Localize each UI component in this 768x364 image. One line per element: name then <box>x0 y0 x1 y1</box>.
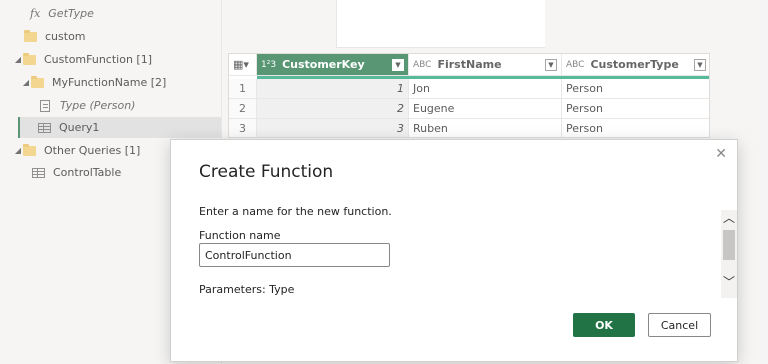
cancel-button[interactable]: Cancel <box>648 313 711 337</box>
close-icon[interactable]: ✕ <box>715 146 727 162</box>
dialog-title: Create Function <box>199 162 334 182</box>
chevron-down-icon[interactable]: ﹀ <box>721 274 737 290</box>
ok-button[interactable]: OK <box>573 313 635 337</box>
dialog-body: Enter a name for the new function. Funct… <box>171 198 723 296</box>
function-name-label: Function name <box>199 229 281 242</box>
dialog-scrollbar[interactable]: ︿ ﹀ <box>721 210 737 298</box>
function-name-input[interactable] <box>199 243 390 267</box>
parameters-text: Parameters: Type <box>199 283 295 296</box>
chevron-up-icon[interactable]: ︿ <box>721 210 737 226</box>
scrollbar-thumb[interactable] <box>723 230 735 260</box>
create-function-dialog: Create Function ✕ Enter a name for the n… <box>170 139 738 362</box>
dialog-prompt: Enter a name for the new function. <box>199 205 392 218</box>
